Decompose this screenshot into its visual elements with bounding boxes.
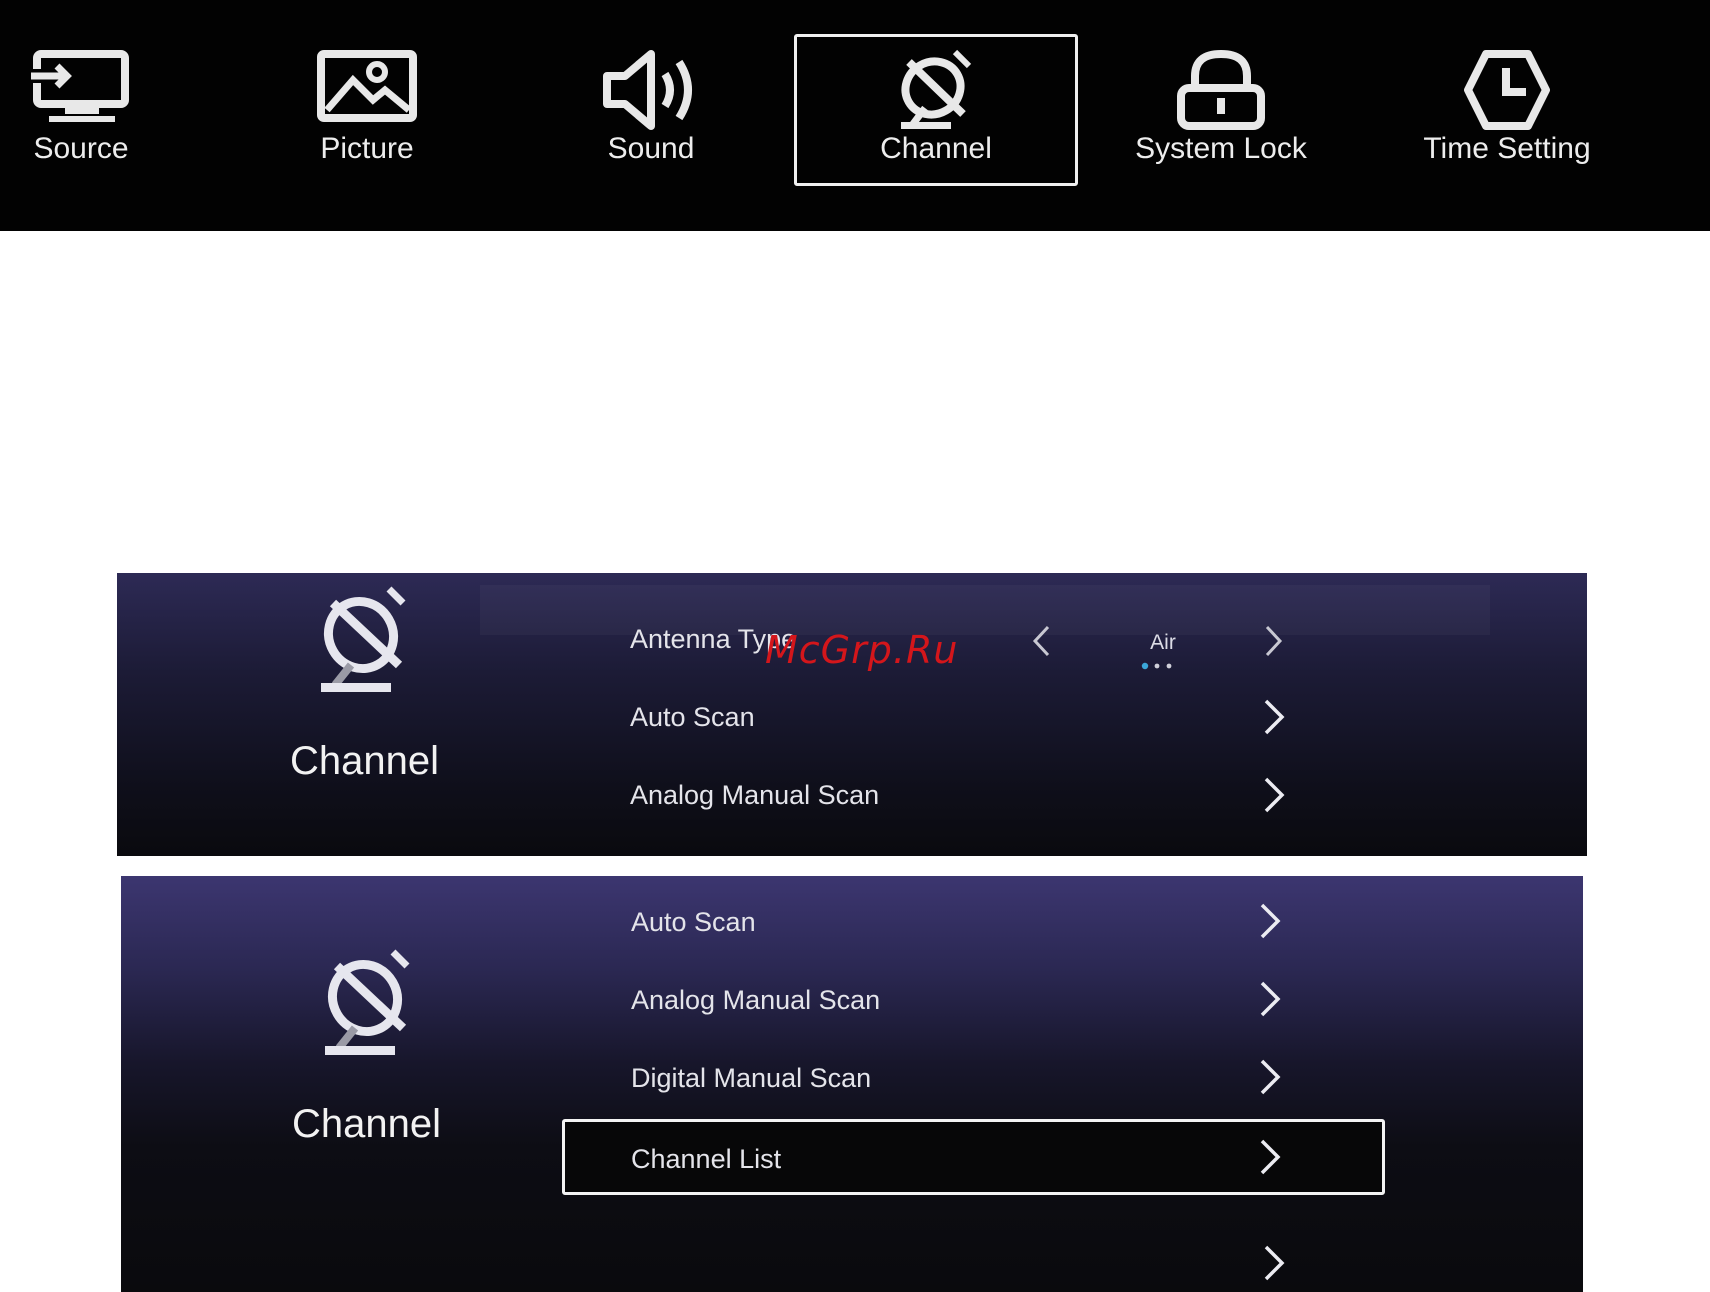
chevron-right-icon (1264, 1245, 1285, 1281)
tab-time-setting[interactable]: Time Setting (1365, 34, 1649, 186)
menu-item-label: Digital Manual Scan (631, 1063, 872, 1093)
chevron-right-icon[interactable] (1263, 624, 1285, 658)
menu-item-auto-scan[interactable]: Auto Scan (121, 890, 1583, 950)
chevron-right-icon (1264, 777, 1285, 813)
menu-item-analog-manual-scan[interactable]: Analog Manual Scan (121, 968, 1583, 1028)
menu-item-label: Auto Scan (630, 702, 755, 732)
tab-label: Time Setting (1423, 132, 1591, 165)
tab-sound[interactable]: Sound (509, 34, 793, 186)
tab-label: Picture (320, 132, 414, 165)
menu-item-auto-scan[interactable]: Auto Scan (117, 684, 1587, 744)
tab-label: Source (33, 132, 129, 165)
antenna-type-value: Air (1150, 631, 1176, 654)
tab-label: System Lock (1135, 132, 1307, 165)
tab-label: Sound (607, 132, 695, 165)
option-position-dots (1141, 662, 1172, 670)
tab-system-lock[interactable]: System Lock (1079, 34, 1363, 186)
tab-source[interactable]: Source (0, 34, 223, 186)
chevron-right-icon (1264, 699, 1285, 735)
tab-label: Channel (880, 132, 992, 165)
menu-item-label: Channel List (631, 1144, 782, 1174)
tab-picture[interactable]: Picture (225, 34, 509, 186)
clock-icon (1464, 50, 1550, 130)
menu-item-label: Analog Manual Scan (630, 780, 880, 810)
lock-icon (1177, 49, 1265, 130)
chevron-right-icon (1260, 903, 1281, 939)
panel-title: Channel (292, 1102, 442, 1146)
tab-channel[interactable]: Channel (794, 34, 1078, 186)
main-menu-bar: Source Picture Sound Channel System Lock… (0, 0, 1710, 231)
chevron-left-icon[interactable] (1030, 624, 1052, 658)
source-input-icon (29, 50, 129, 122)
picture-icon (317, 50, 417, 122)
menu-item-analog-manual-scan[interactable]: Analog Manual Scan (117, 762, 1587, 822)
chevron-right-icon (1260, 1139, 1281, 1175)
menu-item-label: Analog Manual Scan (631, 985, 881, 1015)
channel-menu-panel: Channel Antenna Type Air Auto Scan Analo… (117, 573, 1587, 856)
satellite-dish-icon (901, 49, 972, 129)
menu-item-channel-list[interactable]: Channel List (562, 1119, 1385, 1195)
channel-menu-panel: Channel Auto Scan Analog Manual Scan Dig… (121, 876, 1583, 1292)
chevron-right-icon (1260, 981, 1281, 1017)
menu-item-digital-manual-scan[interactable]: Digital Manual Scan (121, 1046, 1583, 1106)
menu-item-label: Auto Scan (631, 907, 756, 937)
speaker-icon (603, 50, 692, 130)
chevron-right-icon (1260, 1059, 1281, 1095)
menu-item-next[interactable] (121, 1234, 1583, 1292)
watermark-text: McGrp.Ru (765, 628, 959, 672)
